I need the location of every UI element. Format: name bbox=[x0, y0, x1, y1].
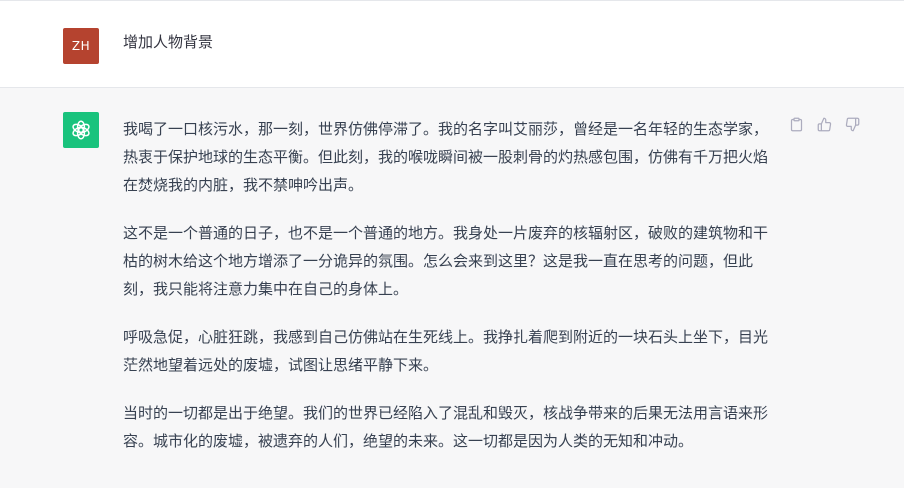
thumbs-down-icon bbox=[845, 117, 859, 131]
assistant-avatar bbox=[63, 112, 99, 148]
openai-logo-icon bbox=[72, 120, 90, 140]
message-actions bbox=[787, 115, 861, 133]
answer-paragraph: 这不是一个普通的日子，也不是一个普通的地方。我身处一片废弃的核辐射区，破败的建筑… bbox=[123, 224, 769, 298]
answer-paragraph: 呼吸急促，心脏狂跳，我感到自己仿佛站在生死线上。我挣扎着爬到附近的一块石头上坐下… bbox=[123, 328, 769, 374]
assistant-message-row: 我喝了一口核污水，那一刻，世界仿佛停滞了。我的名字叫艾丽莎，曾经是一名年轻的生态… bbox=[0, 88, 904, 488]
answer-paragraph: 当时的一切都是出于绝望。我们的世界已经陷入了混乱和毁灭，核战争带来的后果无法用言… bbox=[123, 404, 769, 450]
user-avatar: ZH bbox=[63, 28, 99, 64]
user-avatar-initials: ZH bbox=[71, 39, 91, 53]
assistant-message-text: 我喝了一口核污水，那一刻，世界仿佛停滞了。我的名字叫艾丽莎，曾经是一名年轻的生态… bbox=[123, 115, 775, 475]
copy-button[interactable] bbox=[787, 115, 805, 133]
answer-paragraph: 我喝了一口核污水，那一刻，世界仿佛停滞了。我的名字叫艾丽莎，曾经是一名年轻的生态… bbox=[123, 120, 769, 194]
user-message-row: ZH 增加人物背景 bbox=[0, 1, 904, 88]
thumbs-up-button[interactable] bbox=[815, 115, 833, 133]
user-message-text: 增加人物背景 bbox=[123, 33, 214, 51]
clipboard-icon bbox=[790, 117, 802, 131]
thumbs-up-icon bbox=[817, 117, 831, 131]
thumbs-down-button[interactable] bbox=[843, 115, 861, 133]
